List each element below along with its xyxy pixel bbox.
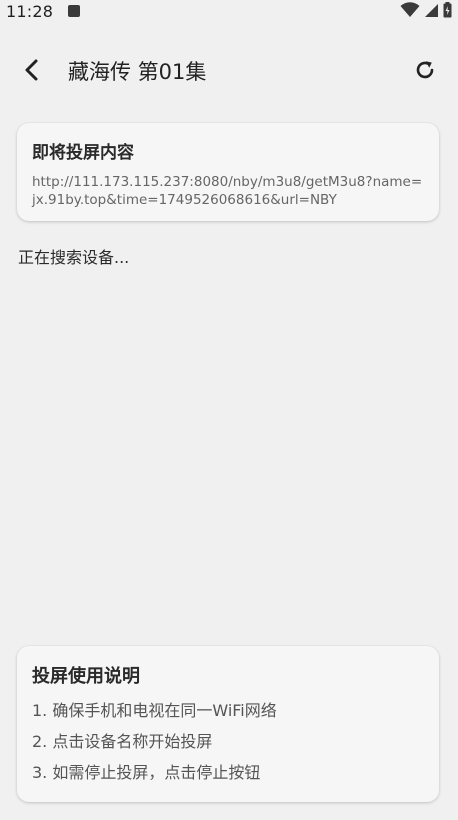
help-item: 1. 确保手机和电视在同一WiFi网络 — [32, 701, 277, 720]
wifi-icon — [400, 2, 420, 17]
refresh-icon — [416, 61, 434, 79]
help-card: 投屏使用说明 1. 确保手机和电视在同一WiFi网络 2. 点击设备名称开始投屏… — [17, 646, 439, 802]
page-title: 藏海传 第01集 — [68, 60, 207, 84]
help-item: 2. 点击设备名称开始投屏 — [32, 732, 213, 751]
signal-icon — [425, 3, 438, 17]
cast-content-card: 即将投屏内容 http://111.173.115.237:8080/nby/m… — [17, 123, 439, 221]
help-item: 3. 如需停止投屏，点击停止按钮 — [32, 763, 261, 782]
chevron-left-icon — [25, 59, 38, 81]
cast-card-title: 即将投屏内容 — [32, 143, 134, 163]
notification-icon — [68, 5, 80, 17]
status-icons — [400, 2, 452, 18]
help-list: 1. 确保手机和电视在同一WiFi网络 2. 点击设备名称开始投屏 3. 如需停… — [32, 700, 424, 783]
top-bar: 藏海传 第01集 — [0, 44, 458, 96]
status-time: 11:28 — [6, 2, 54, 21]
help-title: 投屏使用说明 — [32, 666, 140, 687]
refresh-button[interactable] — [408, 53, 442, 87]
battery-icon — [443, 2, 452, 18]
cast-url: http://111.173.115.237:8080/nby/m3u8/get… — [32, 174, 423, 208]
search-status: 正在搜索设备... — [18, 248, 130, 267]
status-bar: 11:28 — [0, 0, 458, 26]
back-button[interactable] — [14, 52, 50, 88]
